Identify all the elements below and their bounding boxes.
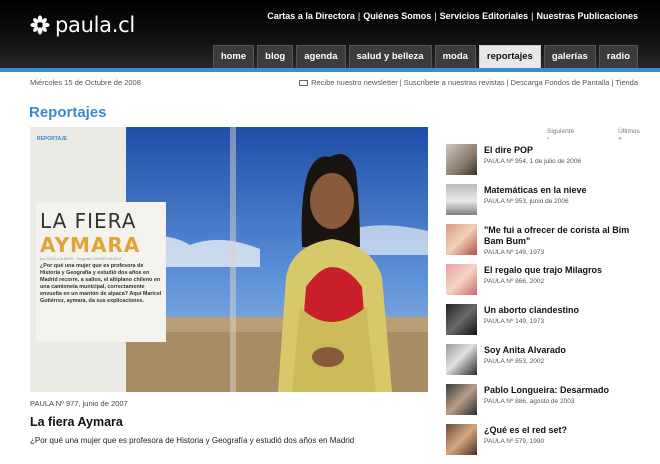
separator: | [434,11,437,21]
tab-agenda[interactable]: agenda [296,45,346,68]
flower-logo-icon [30,15,50,35]
tab-moda[interactable]: moda [434,45,476,68]
list-item[interactable]: ¿Qué es el red set? PAULA Nº 579, 1990 [446,424,646,464]
item-meta: PAULA Nº 853, 2002 [484,358,545,365]
item-title[interactable]: El dire POP [484,145,581,156]
thumbnail-image[interactable] [446,264,477,295]
item-meta: PAULA Nº 866, 2002 [484,278,545,285]
item-meta: PAULA Nº 149, 1973 [484,249,545,256]
thumbnail-image[interactable] [446,384,477,415]
thumbnail-image[interactable] [446,344,477,375]
link-servicios[interactable]: Servicios Editoriales [440,11,529,21]
article-list: El dire POP PAULA Nº 954, 1 de julio de 2… [446,144,646,464]
last-link[interactable]: Últimos » [618,128,660,142]
section-title: Reportajes [29,104,107,121]
thumbnail-image[interactable] [446,144,477,175]
list-item[interactable]: El regalo que trajo Milagros PAULA Nº 866… [446,264,646,304]
feature-lede: ¿Por qué una mujer que es profesora de H… [40,263,162,304]
link-cartas[interactable]: Cartas a la Directora [267,11,355,21]
nav-underline [0,68,660,72]
feature-byline: por CAMILA ALBERS · fotografía CARMEN MU… [40,257,122,261]
tab-blog[interactable]: blog [257,45,294,68]
item-title[interactable]: El regalo que trajo Milagros [484,265,602,276]
top-links: Cartas a la Directora | Quiénes Somos | Se… [267,11,638,21]
link-tienda[interactable]: Tienda [615,78,638,87]
feature-headline-1: LA FIERA [40,209,137,233]
link-fondos[interactable]: Descarga Fondos de Pantalla [511,78,610,87]
item-title[interactable]: Matemáticas en la nieve [484,185,587,196]
separator: | [357,11,361,21]
utility-links: Recibe nuestro newsletter | Suscríbete a … [299,78,638,87]
thumbnail-image[interactable] [446,224,477,255]
item-title[interactable]: Un aborto clandestino [484,305,579,316]
list-item[interactable]: El dire POP PAULA Nº 954, 1 de julio de 2… [446,144,646,184]
link-quienes-somos[interactable]: Quiénes Somos [363,11,431,21]
item-meta: PAULA Nº 886, agosto de 2003 [484,398,575,405]
current-date: Miércoles 15 de Octubre de 2008 [30,78,141,87]
separator: | [531,11,534,21]
logo-text: paula.cl [55,13,135,37]
thumbnail-image[interactable] [446,184,477,215]
item-title[interactable]: "Me fui a ofrecer de corista al Bim Bam … [484,225,646,247]
main-nav: home blog agenda salud y belleza moda re… [210,45,638,69]
item-title[interactable]: ¿Qué es el red set? [484,425,567,436]
link-publicaciones[interactable]: Nuestras Publicaciones [536,11,638,21]
site-logo[interactable]: paula.cl [30,13,135,37]
item-meta: PAULA Nº 954, 1 de julio de 2006 [484,158,581,165]
feature-description: ¿Por qué una mujer que es profesora de H… [30,436,355,445]
list-item[interactable]: Soy Anita Alvarado PAULA Nº 853, 2002 [446,344,646,384]
thumbnail-image[interactable] [446,424,477,455]
tab-salud-y-belleza[interactable]: salud y belleza [348,45,432,68]
tab-galerias[interactable]: galerías [543,45,596,68]
item-title[interactable]: Pablo Longueira: Desarmado [484,385,609,396]
pager: Siguiente › Últimos » [547,128,660,142]
feature-headline-2: AYMARA [40,233,141,257]
tab-radio[interactable]: radio [598,45,638,68]
feature-tag: REPORTAJE [37,136,68,142]
thumbnail-image[interactable] [446,304,477,335]
list-item[interactable]: Un aborto clandestino PAULA Nº 149, 1973 [446,304,646,344]
item-title[interactable]: Soy Anita Alvarado [484,345,566,356]
item-meta: PAULA Nº 953, junio de 2006 [484,198,569,205]
item-meta: PAULA Nº 579, 1990 [484,438,545,445]
feature-meta: PAULA Nº 977, junio de 2007 [30,399,128,408]
tab-home[interactable]: home [212,45,255,68]
list-item[interactable]: Matemáticas en la nieve PAULA Nº 953, jun… [446,184,646,224]
tab-reportajes[interactable]: reportajes [478,45,541,69]
list-item[interactable]: Pablo Longueira: Desarmado PAULA Nº 886, … [446,384,646,424]
last-label: Últimos [618,128,640,135]
link-suscribete[interactable]: Suscríbete a nuestras revistas [404,78,505,87]
feature-title[interactable]: La fiera Aymara [30,415,123,429]
feature-image[interactable]: REPORTAJE LA FIERA AYMARA por CAMILA ALB… [30,127,428,392]
next-link[interactable]: Siguiente › [547,128,596,142]
site-header: paula.cl Cartas a la Directora | Quiénes … [0,0,660,72]
next-label: Siguiente [547,128,575,135]
list-item[interactable]: "Me fui a ofrecer de corista al Bim Bam … [446,224,646,264]
info-bar: Miércoles 15 de Octubre de 2008 Recibe n… [0,76,660,90]
item-meta: PAULA Nº 149, 1973 [484,318,545,325]
link-newsletter[interactable]: Recibe nuestro newsletter [311,78,398,87]
envelope-icon [299,79,309,86]
